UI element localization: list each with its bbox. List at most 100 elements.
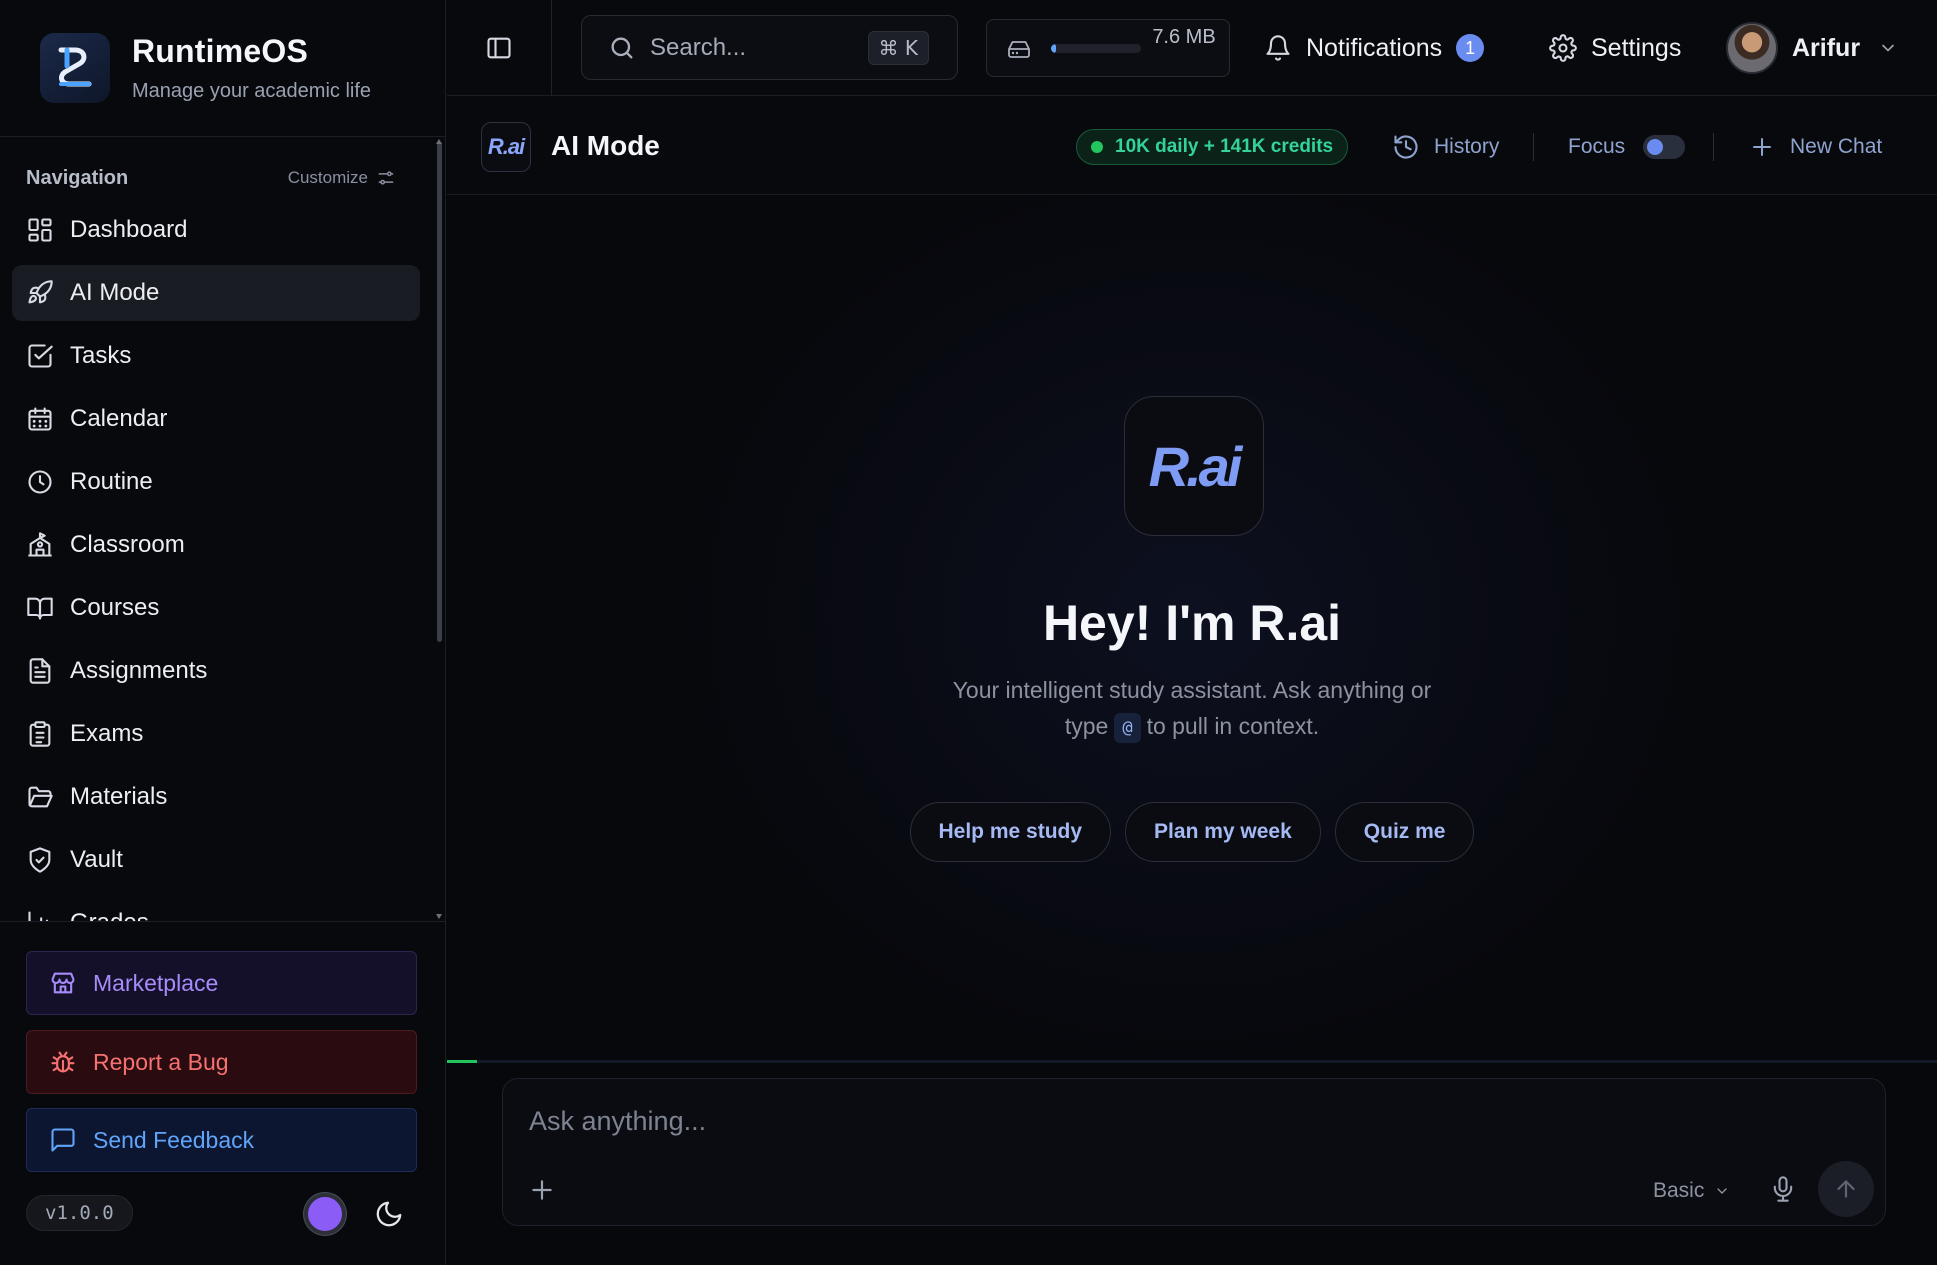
sidebar-toggle-icon[interactable] <box>485 34 513 62</box>
search-shortcut: ⌘ K <box>867 31 929 65</box>
sidebar-item-calendar[interactable]: Calendar <box>12 391 420 447</box>
rai-logo-icon: R.ai <box>481 122 531 172</box>
bell-icon <box>1264 34 1292 62</box>
hero-subtitle-pre: type <box>1064 713 1109 739</box>
clock-icon <box>26 468 54 496</box>
book-icon <box>26 594 54 622</box>
settings-button[interactable]: Settings <box>1549 30 1681 66</box>
brand-name: RuntimeOS <box>132 33 309 69</box>
shield-icon <box>26 846 54 874</box>
suggestion-plan-my-week[interactable]: Plan my week <box>1125 802 1321 862</box>
sidebar-item-materials[interactable]: Materials <box>12 769 420 825</box>
rai-hero-logo-icon: R.ai <box>1124 396 1264 536</box>
suggestion-help-me-study[interactable]: Help me study <box>909 802 1112 862</box>
storage-indicator[interactable]: 7.6 MB <box>986 19 1230 77</box>
marketplace-button[interactable]: Marketplace <box>26 951 417 1015</box>
sidebar: RuntimeOS Manage your academic life Navi… <box>0 0 446 1265</box>
storage-bar-fill <box>1051 44 1057 53</box>
new-chat-label: New Chat <box>1790 135 1883 158</box>
suggestion-list: Help me study Plan my week Quiz me <box>447 802 1937 862</box>
search-icon <box>608 34 636 62</box>
send-button[interactable] <box>1818 1161 1874 1217</box>
sidebar-item-routine[interactable]: Routine <box>12 454 420 510</box>
sidebar-item-tasks[interactable]: Tasks <box>12 328 420 384</box>
new-chat-button[interactable]: New Chat <box>1750 130 1882 164</box>
chat-input[interactable] <box>529 1101 1729 1141</box>
status-dot-icon <box>1091 141 1103 153</box>
gear-icon <box>1549 34 1577 62</box>
microphone-icon[interactable] <box>1769 1175 1797 1203</box>
plus-icon <box>1750 135 1774 159</box>
nav-list: Dashboard AI Mode Tasks Calendar Routine… <box>0 202 446 922</box>
message-icon <box>49 1126 77 1154</box>
version-badge: v1.0.0 <box>26 1195 133 1231</box>
model-select[interactable]: Basic <box>1653 1177 1730 1205</box>
focus-label: Focus <box>1568 135 1626 158</box>
history-button[interactable]: History <box>1392 130 1499 164</box>
theme-color-picker[interactable] <box>304 1193 346 1235</box>
sidebar-item-vault[interactable]: Vault <box>12 832 420 888</box>
sidebar-item-dashboard[interactable]: Dashboard <box>12 202 420 258</box>
sidebar-item-label: Classroom <box>70 531 185 558</box>
sidebar-item-label: Materials <box>70 783 168 810</box>
suggestion-quiz-me[interactable]: Quiz me <box>1334 802 1475 862</box>
focus-toggle[interactable]: Focus <box>1568 130 1686 164</box>
model-select-value: Basic <box>1653 1179 1705 1202</box>
sidebar-item-label: Assignments <box>70 657 208 684</box>
search-input[interactable] <box>650 33 850 62</box>
sidebar-item-classroom[interactable]: Classroom <box>12 517 420 573</box>
store-icon <box>49 969 77 997</box>
rocket-icon <box>26 279 54 307</box>
document-icon <box>26 657 54 685</box>
brand[interactable]: RuntimeOS Manage your academic life <box>0 0 445 137</box>
attach-plus-icon[interactable] <box>529 1177 555 1203</box>
clipboard-icon <box>26 720 54 748</box>
moon-icon[interactable] <box>374 1199 404 1229</box>
dashboard-icon <box>26 216 54 244</box>
chevron-down-icon <box>1878 38 1898 58</box>
page-title: AI Mode <box>551 130 660 161</box>
settings-label: Settings <box>1591 33 1682 62</box>
send-feedback-button[interactable]: Send Feedback <box>26 1108 417 1172</box>
nav-header: Navigation Customize <box>0 166 446 190</box>
topbar-divider <box>551 0 552 96</box>
avatar <box>1726 22 1778 74</box>
send-feedback-label: Send Feedback <box>93 1126 255 1153</box>
loading-bar-fill <box>447 1060 477 1063</box>
header-separator <box>1533 133 1534 161</box>
sidebar-item-label: Vault <box>70 846 123 873</box>
sidebar-item-ai-mode[interactable]: AI Mode <box>12 265 420 321</box>
hero-subtitle-line1: Your intelligent study assistant. Ask an… <box>952 677 1432 703</box>
checkbox-icon <box>26 342 54 370</box>
loading-bar <box>447 1060 1937 1063</box>
focus-switch[interactable] <box>1643 135 1686 159</box>
hero-subtitle: Your intelligent study assistant. Ask an… <box>447 672 1937 744</box>
sidebar-item-label: Dashboard <box>70 216 188 243</box>
search-box[interactable]: ⌘ K <box>581 15 958 80</box>
rai-hero-logo-text: R.ai <box>1148 434 1243 498</box>
sidebar-item-assignments[interactable]: Assignments <box>12 643 420 699</box>
hard-drive-icon <box>1007 37 1031 61</box>
scroll-up-icon[interactable] <box>436 139 442 144</box>
scroll-down-icon[interactable] <box>436 914 442 919</box>
notifications-button[interactable]: Notifications 1 <box>1264 30 1485 66</box>
notifications-badge: 1 <box>1456 34 1485 62</box>
customize-button[interactable]: Customize <box>288 168 396 188</box>
sidebar-item-label: Courses <box>70 594 160 621</box>
sidebar-item-label: AI Mode <box>70 279 160 306</box>
sidebar-scrollbar[interactable] <box>437 142 442 642</box>
user-menu[interactable]: Arifur <box>1726 21 1898 75</box>
mention-chip: @ <box>1114 712 1141 743</box>
chevron-down-icon <box>1714 1183 1730 1199</box>
sidebar-item-grades[interactable]: Grades <box>12 895 420 922</box>
hero-title: Hey! I'm R.ai <box>1042 595 1342 651</box>
topbar: ⌘ K 7.6 MB Notifications 1 Settings Arif… <box>447 0 1937 96</box>
sidebar-item-label: Routine <box>70 468 153 495</box>
sidebar-item-courses[interactable]: Courses <box>12 580 420 636</box>
sidebar-item-label: Exams <box>70 720 144 747</box>
report-bug-button[interactable]: Report a Bug <box>26 1030 417 1094</box>
rai-logo-text: R.ai <box>487 134 525 159</box>
sidebar-item-exams[interactable]: Exams <box>12 706 420 762</box>
credits-badge[interactable]: 10K daily + 141K credits <box>1076 129 1349 165</box>
school-icon <box>26 531 54 559</box>
